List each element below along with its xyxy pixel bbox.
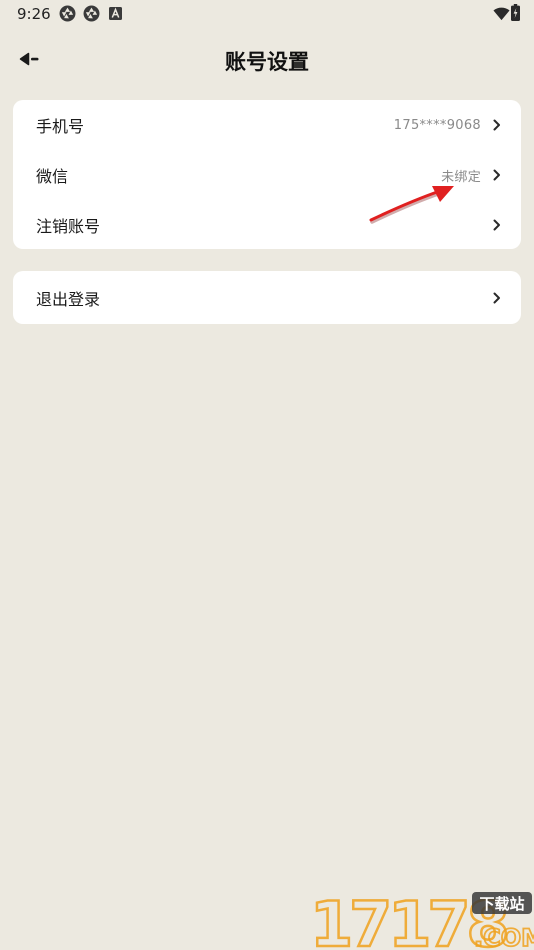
page-title: 账号设置 [225,50,309,74]
logout-label: 退出登录 [36,289,101,309]
chevron-right-icon [493,119,500,131]
annotation-arrow-icon [369,186,454,224]
aperture-icon [83,5,100,22]
watermark-domain: .COM [474,924,534,950]
phone-label: 手机号 [36,117,85,136]
aperture-icon [59,5,76,22]
logout-card: 退出登录 [13,271,521,324]
status-bar: 9:26 [0,0,534,28]
wechat-label: 微信 [36,167,69,186]
chevron-right-icon [493,219,500,231]
watermark-tag: 下载站 [479,895,524,913]
logout-row[interactable]: 退出登录 [13,271,521,324]
header: 账号设置 [0,36,534,84]
phone-value: 175****9068 [393,117,481,133]
watermark-logo: 17178 下载站 .COM [309,887,534,950]
chevron-right-icon [493,292,500,303]
battery-icon [511,4,520,21]
cancel-account-label: 注销账号 [36,217,101,236]
account-settings-screen: 9:26 账号设置 手机号 175****9068 微信 未绑定 注销账号 退出… [0,0,534,950]
phone-row[interactable]: 手机号 175****9068 [13,100,521,150]
wifi-icon [493,7,510,21]
status-time: 9:26 [17,5,51,23]
a-badge-icon [109,7,122,20]
chevron-right-icon [493,169,500,181]
